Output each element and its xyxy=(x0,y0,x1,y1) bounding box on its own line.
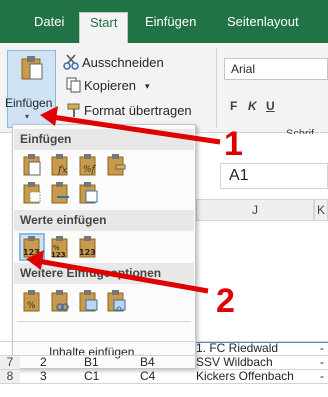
arrow-2-line xyxy=(37,258,209,294)
annotation-number-2: 2 xyxy=(216,282,235,320)
arrow-1-line xyxy=(51,114,221,145)
annotation-number-1: 1 xyxy=(224,125,243,163)
annotation-arrows xyxy=(26,106,221,294)
arrow-1-head xyxy=(40,106,58,126)
arrow-2-head xyxy=(26,250,44,270)
